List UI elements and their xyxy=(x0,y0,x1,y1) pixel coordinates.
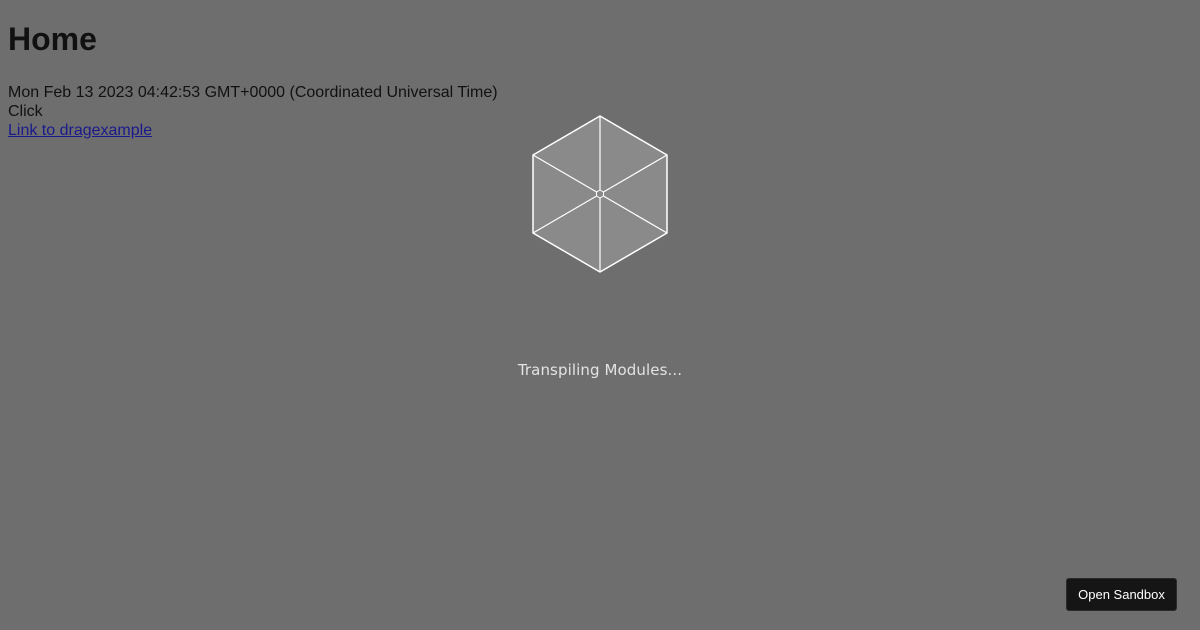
page-content: Home Mon Feb 13 2023 04:42:53 GMT+0000 (… xyxy=(8,0,498,140)
timestamp-text: Mon Feb 13 2023 04:42:53 GMT+0000 (Coord… xyxy=(8,84,498,101)
open-sandbox-button[interactable]: Open Sandbox xyxy=(1066,578,1177,611)
dragexample-link[interactable]: Link to dragexample xyxy=(8,122,152,139)
loading-status-text: Transpiling Modules... xyxy=(517,361,683,379)
page-title: Home xyxy=(8,21,97,57)
codesandbox-cube-icon xyxy=(531,115,669,273)
click-text[interactable]: Click xyxy=(8,102,498,121)
